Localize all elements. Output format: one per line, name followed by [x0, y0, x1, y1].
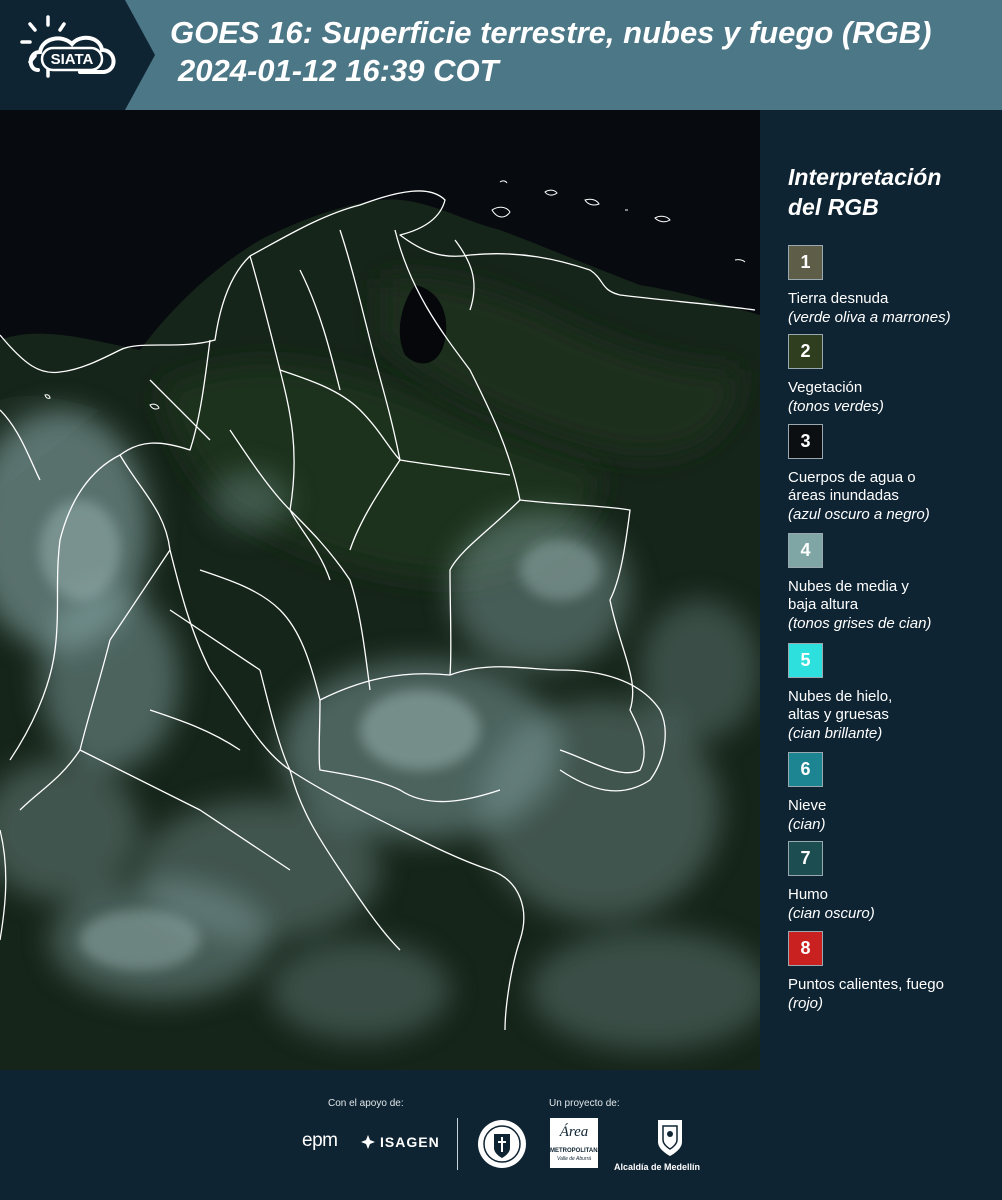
- legend-swatch: 5: [788, 643, 823, 678]
- epm-logo[interactable]: epm: [302, 1130, 338, 1152]
- escudo-icon[interactable]: [640, 1118, 700, 1158]
- header: SIATA GOES 16: Superficie terrestre, nub…: [0, 0, 1002, 110]
- legend-item-fuego: 8 Puntos calientes, fuego (rojo): [788, 931, 998, 1013]
- area-metropolitana-logo[interactable]: Área METROPOLITANA Valle de Aburrá: [550, 1118, 602, 1168]
- legend-desc: (tonos verdes): [788, 398, 884, 415]
- alcaldia-medellin-logo[interactable]: Alcaldía de Medellín: [612, 1162, 702, 1172]
- legend-swatch: 1: [788, 245, 823, 280]
- isagen-logo[interactable]: ISAGEN: [360, 1134, 440, 1150]
- legend-label: Puntos calientes, fuego: [788, 976, 944, 993]
- support-caption: Con el apoyo de:: [328, 1098, 404, 1109]
- title-main: GOES 16: Superficie terrestre, nubes y f…: [170, 15, 932, 50]
- legend-swatch: 8: [788, 931, 823, 966]
- legend-swatch: 4: [788, 533, 823, 568]
- legend-title: Interpretación del RGB: [788, 164, 942, 220]
- legend-panel: Interpretación del RGB 1 Tierra desnuda …: [760, 110, 1002, 1070]
- project-caption: Un proyecto de:: [549, 1098, 620, 1109]
- legend-desc: (verde oliva a marrones): [788, 309, 951, 326]
- legend-swatch: 3: [788, 424, 823, 459]
- legend-desc: (cian oscuro): [788, 905, 875, 922]
- legend-desc: (tonos grises de cian): [788, 615, 932, 632]
- legend-swatch: 7: [788, 841, 823, 876]
- legend-swatch: 6: [788, 752, 823, 787]
- footer-divider: [457, 1118, 458, 1170]
- svg-text:SIATA: SIATA: [51, 51, 94, 68]
- legend-item-nubes-media: 4 Nubes de media y baja altura (tonos gr…: [788, 533, 998, 633]
- legend-label: Nieve: [788, 797, 827, 814]
- title-timestamp: 2024-01-12 16:39 COT: [178, 53, 499, 88]
- legend-label: Vegetación: [788, 379, 863, 396]
- legend-label: Humo: [788, 886, 829, 903]
- legend-item-nubes-hielo: 5 Nubes de hielo, altas y gruesas (cian …: [788, 643, 998, 743]
- legend-item-tierra: 1 Tierra desnuda (verde oliva a marrones…: [788, 245, 998, 327]
- legend-desc: (cian): [788, 816, 826, 833]
- legend-label: Tierra desnuda: [788, 290, 889, 307]
- legend-swatch: 2: [788, 334, 823, 369]
- isagen-icon: [361, 1135, 375, 1149]
- emblem-icon[interactable]: [476, 1118, 528, 1170]
- legend-item-vegetacion: 2 Vegetación (tonos verdes): [788, 334, 998, 416]
- legend-label: Nubes de hielo, altas y gruesas: [788, 688, 893, 723]
- page-title: GOES 16: Superficie terrestre, nubes y f…: [170, 14, 995, 90]
- legend-label: Nubes de media y baja altura: [788, 578, 909, 613]
- legend-item-agua: 3 Cuerpos de agua o áreas inundadas (azu…: [788, 424, 998, 524]
- footer: Con el apoyo de: Un proyecto de: epm ISA…: [0, 1070, 1002, 1200]
- legend-desc: (cian brillante): [788, 725, 883, 742]
- legend-item-humo: 7 Humo (cian oscuro): [788, 841, 998, 923]
- legend-desc: (azul oscuro a negro): [788, 506, 930, 523]
- siata-logo[interactable]: SIATA: [0, 0, 155, 110]
- legend-desc: (rojo): [788, 995, 824, 1012]
- legend-label: Cuerpos de agua o áreas inundadas: [788, 469, 916, 504]
- satellite-map[interactable]: [0, 110, 760, 1070]
- legend-item-nieve: 6 Nieve (cian): [788, 752, 998, 834]
